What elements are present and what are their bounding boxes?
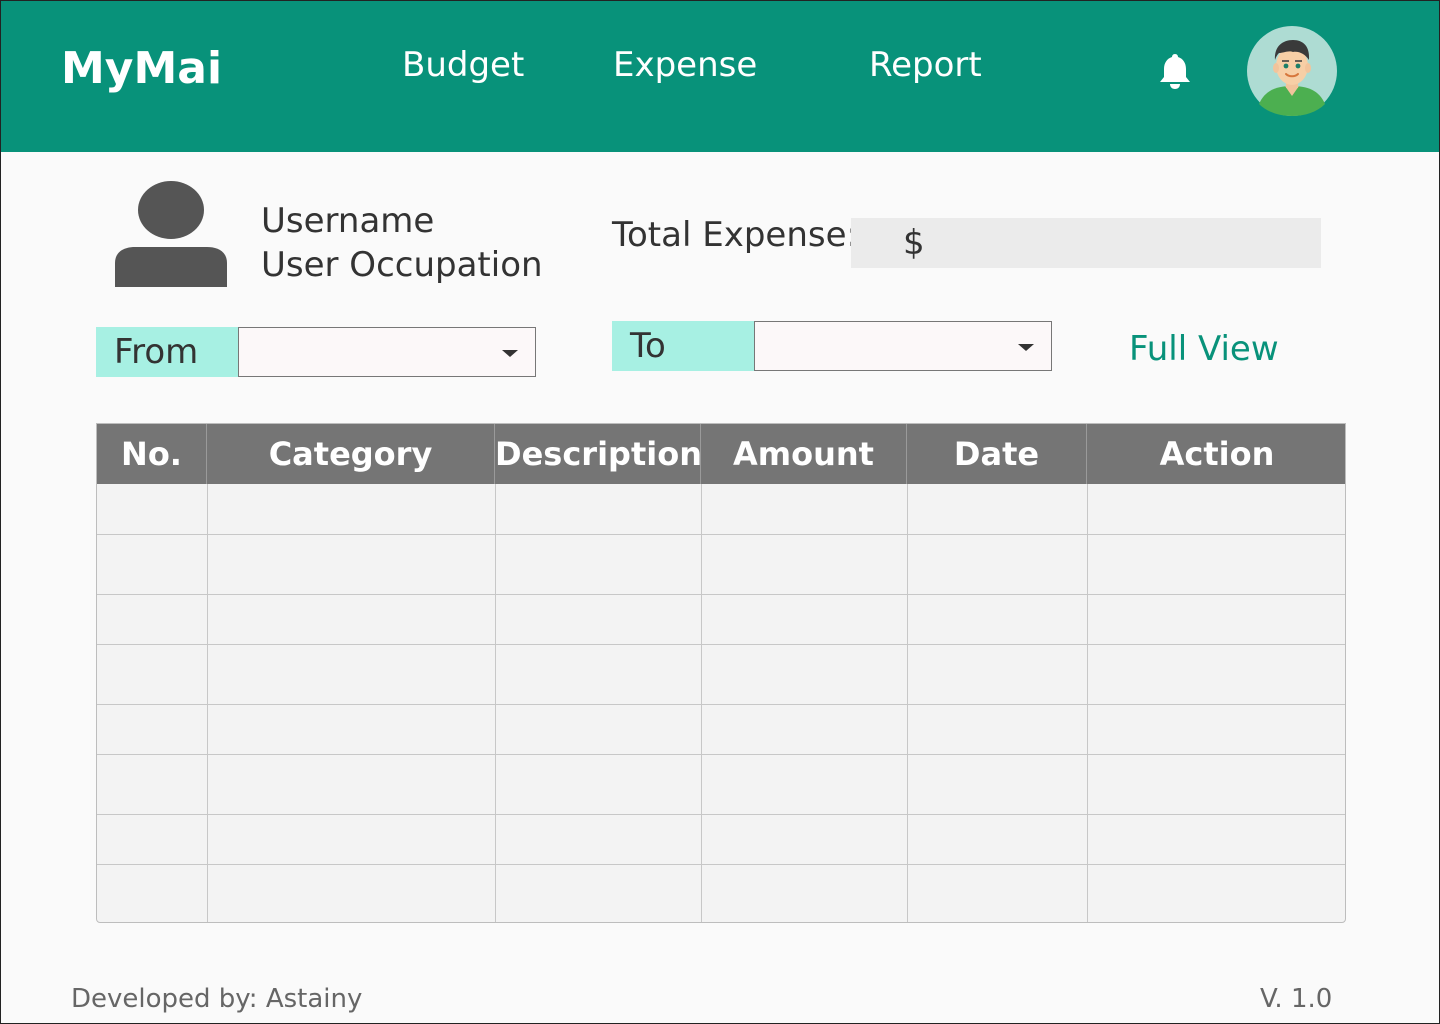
table-cell bbox=[1087, 534, 1345, 594]
table-cell bbox=[207, 814, 495, 864]
table-cell bbox=[907, 534, 1087, 594]
table-cell bbox=[207, 484, 495, 534]
user-avatar[interactable] bbox=[1247, 26, 1337, 116]
table-row bbox=[97, 594, 1345, 644]
table-cell bbox=[495, 704, 701, 754]
row-divider bbox=[97, 864, 1345, 865]
table-row bbox=[97, 644, 1345, 704]
table-row bbox=[97, 704, 1345, 754]
table-cell bbox=[907, 484, 1087, 534]
table-cell bbox=[907, 814, 1087, 864]
table-cell bbox=[907, 704, 1087, 754]
table-cell bbox=[1087, 644, 1345, 704]
chevron-down-icon bbox=[1018, 344, 1034, 351]
app-logo[interactable]: MyMai bbox=[61, 43, 222, 94]
table-cell bbox=[1087, 814, 1345, 864]
table-row bbox=[97, 864, 1345, 922]
to-label: To bbox=[612, 321, 754, 371]
bell-icon[interactable] bbox=[1154, 50, 1196, 92]
column-divider bbox=[701, 484, 702, 922]
column-header-no[interactable]: No. bbox=[97, 424, 207, 484]
table-cell bbox=[701, 484, 907, 534]
table-cell bbox=[97, 864, 207, 922]
table-cell bbox=[701, 864, 907, 922]
table-cell bbox=[495, 864, 701, 922]
table-cell bbox=[1087, 864, 1345, 922]
table-row bbox=[97, 814, 1345, 864]
row-divider bbox=[97, 644, 1345, 645]
row-divider bbox=[97, 704, 1345, 705]
table-cell bbox=[907, 864, 1087, 922]
table-cell bbox=[495, 534, 701, 594]
column-divider bbox=[207, 484, 208, 922]
column-header-date[interactable]: Date bbox=[907, 424, 1087, 484]
top-navigation-bar: MyMai Budget Expense Report bbox=[1, 1, 1439, 152]
table-cell bbox=[97, 644, 207, 704]
developer-credit: Developed by: Astainy bbox=[71, 984, 363, 1014]
column-divider bbox=[495, 484, 496, 922]
table-row bbox=[97, 534, 1345, 594]
table-cell bbox=[1087, 484, 1345, 534]
table-cell bbox=[97, 594, 207, 644]
nav-report[interactable]: Report bbox=[869, 45, 982, 85]
table-cell bbox=[207, 704, 495, 754]
total-expense-label: Total Expense: bbox=[612, 215, 858, 255]
row-divider bbox=[97, 754, 1345, 755]
table-cell bbox=[97, 704, 207, 754]
row-divider bbox=[97, 534, 1345, 535]
table-cell bbox=[1087, 594, 1345, 644]
row-divider bbox=[97, 814, 1345, 815]
table-cell bbox=[907, 644, 1087, 704]
table-cell bbox=[97, 754, 207, 814]
table-cell bbox=[701, 644, 907, 704]
table-row bbox=[97, 754, 1345, 814]
column-header-action[interactable]: Action bbox=[1087, 424, 1345, 484]
table-cell bbox=[701, 754, 907, 814]
table-cell bbox=[207, 594, 495, 644]
row-divider bbox=[97, 594, 1345, 595]
app-version: V. 1.0 bbox=[1260, 984, 1333, 1014]
table-cell bbox=[495, 484, 701, 534]
table-cell bbox=[207, 644, 495, 704]
table-cell bbox=[97, 534, 207, 594]
table-row bbox=[97, 484, 1345, 534]
table-cell bbox=[907, 754, 1087, 814]
table-cell bbox=[207, 754, 495, 814]
table-cell bbox=[495, 754, 701, 814]
column-header-description[interactable]: Description bbox=[495, 424, 702, 484]
username: Username bbox=[261, 201, 435, 241]
table-cell bbox=[495, 594, 701, 644]
user-silhouette-icon bbox=[115, 181, 227, 287]
column-divider bbox=[907, 484, 908, 922]
table-cell bbox=[97, 484, 207, 534]
table-cell bbox=[495, 644, 701, 704]
table-cell bbox=[701, 534, 907, 594]
nav-budget[interactable]: Budget bbox=[402, 45, 524, 85]
full-view-link[interactable]: Full View bbox=[1129, 329, 1279, 369]
table-header: No. Category Description Amount Date Act… bbox=[97, 424, 1345, 484]
table-cell bbox=[1087, 704, 1345, 754]
table-cell bbox=[207, 534, 495, 594]
column-header-amount[interactable]: Amount bbox=[701, 424, 907, 484]
column-header-category[interactable]: Category bbox=[207, 424, 495, 484]
table-cell bbox=[207, 864, 495, 922]
table-cell bbox=[701, 814, 907, 864]
to-date-select[interactable] bbox=[754, 321, 1052, 371]
table-cell bbox=[495, 814, 701, 864]
nav-expense[interactable]: Expense bbox=[613, 45, 757, 85]
user-occupation: User Occupation bbox=[261, 245, 543, 285]
from-label: From bbox=[96, 327, 238, 377]
chevron-down-icon bbox=[502, 350, 518, 357]
total-expense-value: $ bbox=[851, 218, 1321, 268]
from-date-select[interactable] bbox=[238, 327, 536, 377]
table-cell bbox=[97, 814, 207, 864]
expense-table: No. Category Description Amount Date Act… bbox=[96, 423, 1346, 923]
table-cell bbox=[1087, 754, 1345, 814]
table-cell bbox=[907, 594, 1087, 644]
table-cell bbox=[701, 704, 907, 754]
column-divider bbox=[1087, 484, 1088, 922]
table-cell bbox=[701, 594, 907, 644]
